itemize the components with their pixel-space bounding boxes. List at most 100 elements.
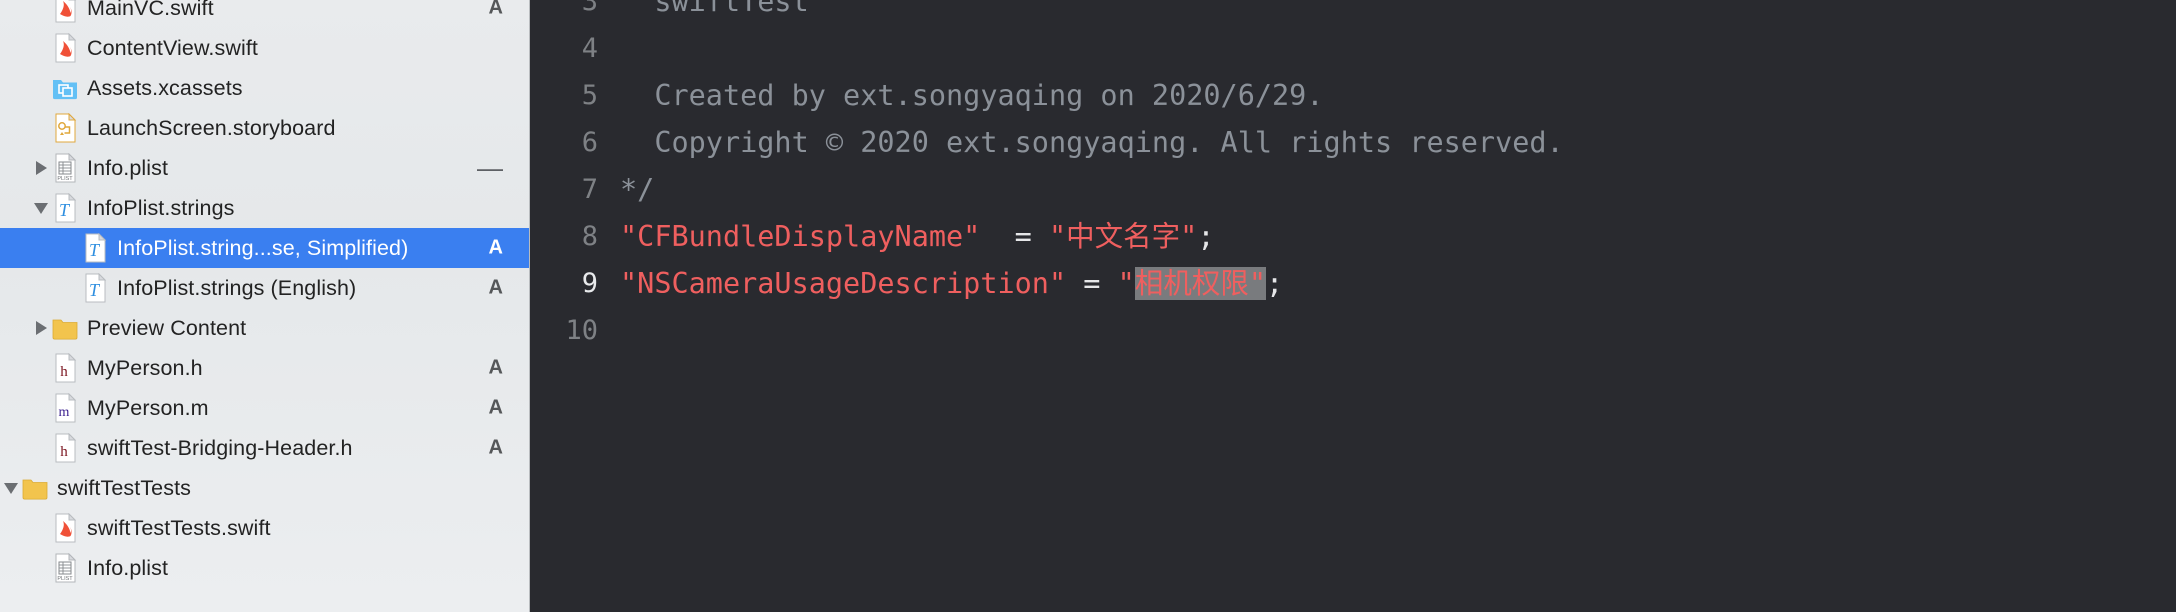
swift-file-icon: [52, 0, 78, 23]
line-number: 6: [581, 127, 598, 158]
navigator-row[interactable]: swiftTestTests.swift: [0, 508, 529, 548]
chevron-down-icon[interactable]: [0, 483, 22, 494]
svg-text:h: h: [60, 364, 68, 380]
navigator-row[interactable]: T InfoPlist.strings (English) A: [0, 268, 529, 308]
code-line[interactable]: 9 "NSCameraUsageDescription" = "相机权限";: [530, 260, 2176, 307]
navigator-row[interactable]: m MyPerson.m A: [0, 388, 529, 428]
code-line[interactable]: 3 swiftTest: [530, 0, 2176, 25]
svg-text:h: h: [60, 444, 68, 460]
objc-file-icon: m: [52, 393, 78, 423]
navigator-row-label: swiftTest-Bridging-Header.h: [87, 435, 353, 460]
header-file-icon: h: [52, 433, 78, 463]
navigator-row-label: ContentView.swift: [87, 35, 259, 60]
navigator-row-label: InfoPlist.strings (English): [117, 275, 357, 300]
svg-text:PLIST: PLIST: [57, 576, 73, 582]
code-token: Created by ext.songyaqing on 2020/6/29.: [620, 79, 1324, 112]
code-token: "CFBundleDisplayName": [620, 220, 981, 253]
navigator-row-label: Assets.xcassets: [87, 75, 243, 100]
navigator-row-label: swiftTestTests.swift: [87, 515, 271, 540]
navigator-row-label: MainVC.swift: [87, 0, 214, 20]
navigator-row[interactable]: h swiftTest-Bridging-Header.h A: [0, 428, 529, 468]
source-editor[interactable]: 3 swiftTest 4 5 Created by ext.songyaqing …: [530, 0, 2176, 612]
navigator-row[interactable]: Preview Content: [0, 308, 529, 348]
code-line[interactable]: 5 Created by ext.songyaqing on 2020/6/29…: [530, 72, 2176, 119]
code-line[interactable]: 10: [530, 307, 2176, 354]
code-line[interactable]: 6 Copyright © 2020 ext.songyaqing. All r…: [530, 119, 2176, 166]
folder-icon: [22, 473, 48, 503]
project-navigator[interactable]: MainVC.swift A ContentView.swift Assets.xca…: [0, 0, 530, 612]
xcassets-folder-icon: [52, 73, 78, 103]
navigator-row[interactable]: MainVC.swift A: [0, 0, 529, 28]
code-line[interactable]: 7 */: [530, 166, 2176, 213]
project-navigator-list: MainVC.swift A ContentView.swift Assets.xca…: [0, 0, 529, 588]
line-number: 7: [581, 174, 598, 205]
navigator-row-label: InfoPlist.strings: [87, 195, 235, 220]
xcode-window: MainVC.swift A ContentView.swift Assets.xca…: [0, 0, 2176, 612]
line-number: 3: [581, 0, 598, 17]
code-token: */: [620, 173, 655, 206]
navigator-row-label: Info.plist: [87, 555, 169, 580]
line-number: 10: [565, 315, 598, 346]
modified-indicator: —: [477, 152, 503, 183]
navigator-row[interactable]: Assets.xcassets: [0, 68, 529, 108]
code-token: Copyright © 2020 ext.songyaqing. All rig…: [620, 126, 1564, 159]
code-line[interactable]: 8 "CFBundleDisplayName" = "中文名字";: [530, 213, 2176, 260]
chevron-down-icon[interactable]: [30, 203, 52, 214]
navigator-row-label: Info.plist: [87, 155, 169, 180]
storyboard-file-icon: [52, 113, 78, 143]
header-file-icon: h: [52, 353, 78, 383]
chevron-right-icon[interactable]: [30, 321, 52, 335]
added-status-badge: A: [488, 356, 503, 379]
swift-file-icon: [52, 33, 78, 63]
selected-text: 相机权限": [1134, 267, 1266, 300]
code-lines: 3 swiftTest 4 5 Created by ext.songyaqing …: [530, 0, 2176, 354]
folder-icon: [52, 313, 78, 343]
chevron-right-icon[interactable]: [30, 161, 52, 175]
added-status-badge: A: [488, 276, 503, 299]
code-token: ;: [1265, 267, 1284, 300]
code-token: "中文名字": [1049, 220, 1198, 253]
navigator-row-label: swiftTestTests: [57, 475, 192, 500]
navigator-row-label: LaunchScreen.storyboard: [87, 115, 336, 140]
navigator-row[interactable]: LaunchScreen.storyboard: [0, 108, 529, 148]
line-number: 4: [581, 33, 598, 64]
svg-text:PLIST: PLIST: [57, 176, 73, 182]
code-line-content: */: [620, 166, 654, 213]
swift-file-icon: [52, 513, 78, 543]
code-line-content: "NSCameraUsageDescription" = "相机权限";: [620, 260, 1283, 307]
code-token: =: [1014, 220, 1032, 253]
navigator-row[interactable]: ContentView.swift: [0, 28, 529, 68]
added-status-badge: A: [488, 0, 503, 19]
navigator-row[interactable]: h MyPerson.h A: [0, 348, 529, 388]
plist-file-icon: PLIST: [52, 153, 78, 183]
line-number: 9: [581, 268, 598, 299]
strings-file-icon: T: [52, 193, 78, 223]
code-line-content: swiftTest: [620, 0, 809, 25]
navigator-row[interactable]: T InfoPlist.string...se, Simplified) A: [0, 228, 529, 268]
navigator-row[interactable]: swiftTestTests: [0, 468, 529, 508]
navigator-row[interactable]: T InfoPlist.strings: [0, 188, 529, 228]
strings-file-icon: T: [82, 233, 108, 263]
code-line[interactable]: 4: [530, 25, 2176, 72]
line-number: 5: [581, 80, 598, 111]
code-line-content: Created by ext.songyaqing on 2020/6/29.: [620, 72, 1324, 119]
navigator-row-label: MyPerson.m: [87, 395, 209, 420]
code-line-content: Copyright © 2020 ext.songyaqing. All rig…: [620, 119, 1564, 166]
plist-file-icon: PLIST: [52, 553, 78, 583]
navigator-row-label: InfoPlist.string...se, Simplified): [117, 235, 409, 260]
navigator-row[interactable]: PLIST Info.plist: [0, 548, 529, 588]
added-status-badge: A: [488, 236, 503, 259]
navigator-row[interactable]: PLIST Info.plist —: [0, 148, 529, 188]
strings-file-icon: T: [82, 273, 108, 303]
code-token: ;: [1197, 220, 1215, 253]
code-token: =: [1083, 267, 1101, 300]
added-status-badge: A: [488, 436, 503, 459]
code-line-content: "CFBundleDisplayName" = "中文名字";: [620, 213, 1215, 260]
code-token: swiftTest: [620, 0, 809, 18]
added-status-badge: A: [488, 396, 503, 419]
navigator-row-label: MyPerson.h: [87, 355, 203, 380]
